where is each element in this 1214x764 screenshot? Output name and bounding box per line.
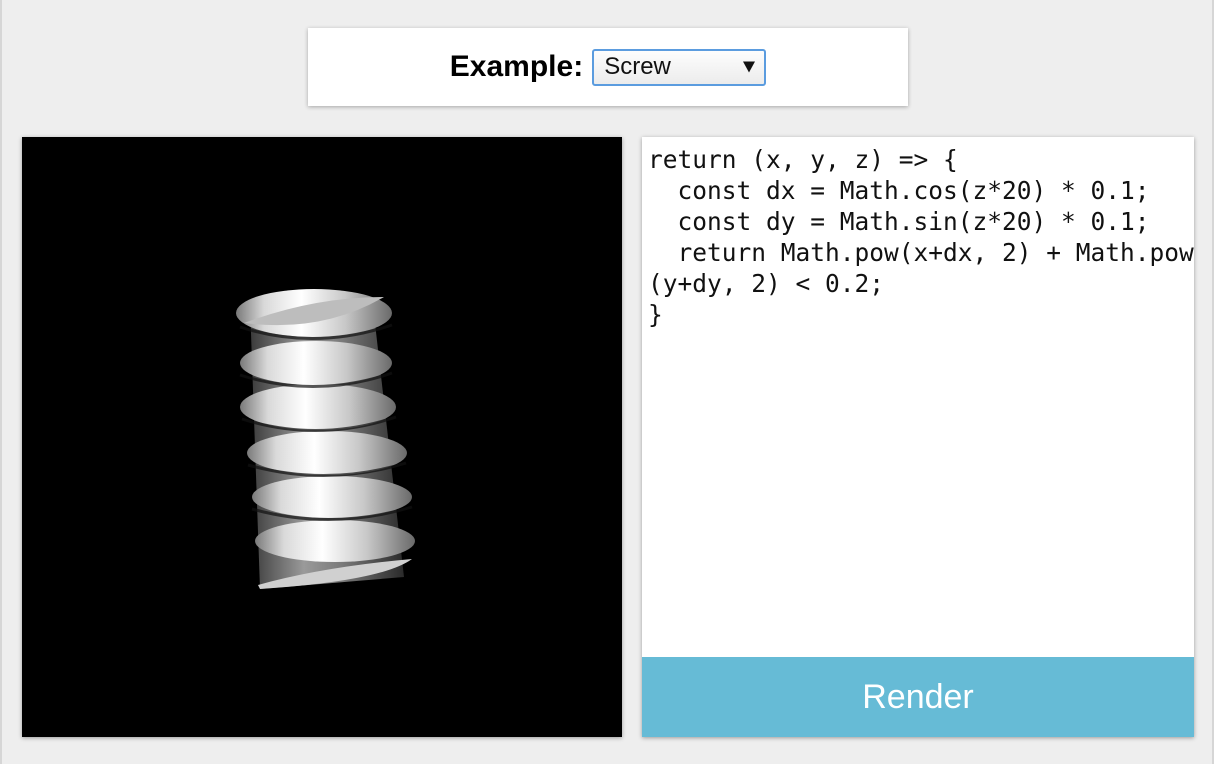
render-viewport[interactable]: [22, 137, 622, 737]
chevron-down-icon: [743, 61, 756, 73]
code-editor-panel: return (x, y, z) => { const dx = Math.co…: [642, 137, 1194, 737]
example-select-value: Screw: [604, 53, 671, 80]
screw-render: [236, 289, 415, 589]
example-label: Example:: [449, 50, 584, 83]
code-editor[interactable]: return (x, y, z) => { const dx = Math.co…: [642, 137, 1194, 657]
render-button[interactable]: Render: [642, 657, 1194, 737]
example-toolbar: Example: Screw: [308, 28, 908, 106]
example-select[interactable]: Screw: [592, 48, 767, 86]
left-edge: [0, 0, 2, 764]
